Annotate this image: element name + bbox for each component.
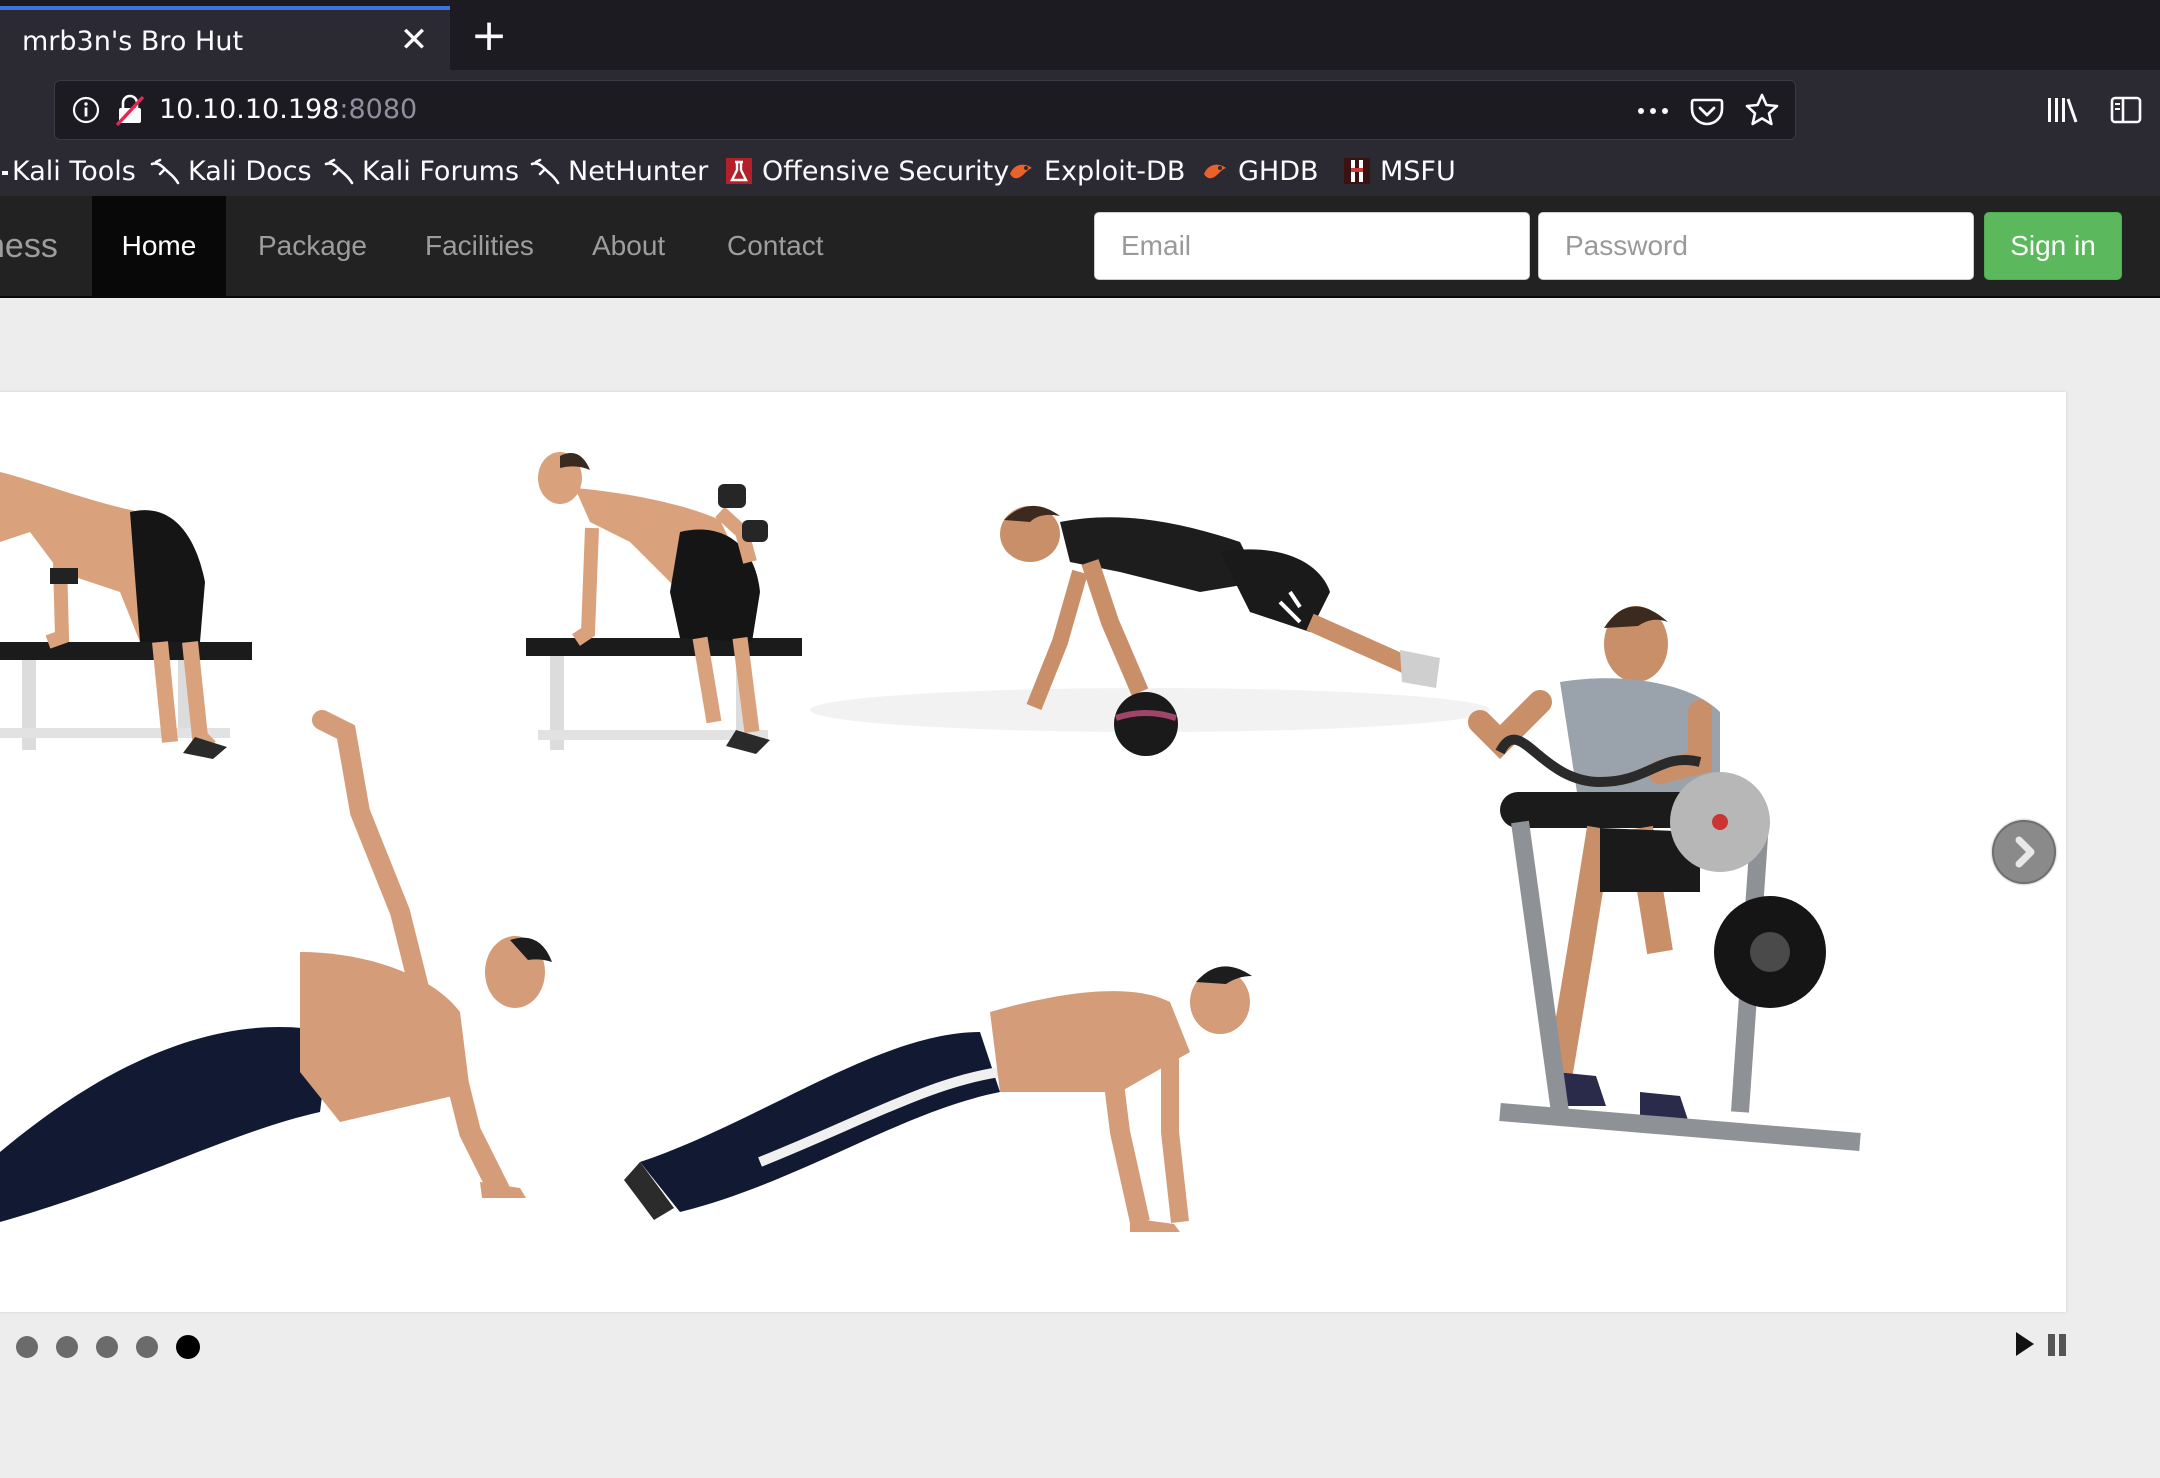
insecure-lock-icon[interactable] (113, 93, 147, 127)
bookmark-label: NetHunter (568, 156, 709, 187)
url-port: :8080 (339, 94, 418, 125)
new-tab-icon[interactable]: + (464, 12, 514, 62)
library-icon[interactable] (2044, 92, 2080, 128)
bookmark-label: Kali Forums (362, 156, 520, 187)
page-actions-icon[interactable] (1635, 97, 1671, 125)
msfu-icon (1344, 158, 1370, 184)
slider-dot-3[interactable] (96, 1336, 118, 1358)
slider-dot-5[interactable] (176, 1335, 200, 1359)
pushup-figure (624, 966, 1252, 1232)
password-input[interactable] (1538, 212, 1974, 280)
play-icon[interactable] (2014, 1330, 2036, 1358)
browser-tab-active[interactable]: mrb3n's Bro Hut ✕ (0, 6, 450, 70)
sign-in-button[interactable]: Sign in (1984, 212, 2122, 280)
nav-facilities[interactable]: Facilities (425, 196, 534, 296)
kali-dragon-icon (530, 158, 560, 185)
url-text[interactable]: 10.10.10.198:8080 (159, 94, 417, 125)
close-tab-icon[interactable]: ✕ (392, 18, 436, 62)
offsec-icon (726, 158, 752, 184)
preacher-curl-figure (1468, 606, 1861, 1151)
exploit-db-icon (1010, 164, 1032, 179)
slider-dot-4[interactable] (136, 1336, 158, 1358)
nav-about[interactable]: About (592, 196, 665, 296)
nav-package[interactable]: Package (258, 196, 367, 296)
nav-home[interactable]: Home (92, 196, 226, 296)
bookmark-label: GHDB (1238, 156, 1319, 187)
url-host: 10.10.10.198 (159, 94, 340, 125)
kali-dragon-icon (324, 158, 354, 185)
bookmark-star-icon[interactable] (1743, 91, 1781, 129)
bookmark-kali-forums[interactable]: Kali Forums (324, 150, 519, 196)
browser-tab-strip: mrb3n's Bro Hut ✕ + (0, 0, 2160, 70)
dumbbell-row-figure (526, 452, 802, 754)
dumbbell-row-figure (0, 472, 252, 759)
slider-dot-1[interactable] (16, 1336, 38, 1358)
side-plank-figure (0, 710, 552, 1222)
bookmark-ghdb[interactable]: GHDB (1200, 150, 1319, 196)
slide-image (0, 452, 1861, 1232)
bookmark-nethunter[interactable]: NetHunter (530, 150, 708, 196)
nav-contact[interactable]: Contact (727, 196, 824, 296)
tab-title: mrb3n's Bro Hut (22, 26, 244, 57)
bookmark-label: Exploit-DB (1044, 156, 1186, 187)
exploit-db-icon (1204, 164, 1226, 179)
bookmark-kali-tools[interactable]: Kali Tools (2, 150, 136, 196)
bookmark-partial-icon (2, 170, 8, 175)
image-slider (0, 392, 2066, 1312)
bookmarks-bar: Kali Tools Kali Docs Kali Forums NetHunt… (0, 150, 2160, 196)
bookmark-offensive-security[interactable]: Offensive Security (724, 150, 1009, 196)
url-bar[interactable]: 10.10.10.198:8080 (54, 80, 1796, 140)
bookmark-label: MSFU (1380, 156, 1456, 187)
kali-dragon-icon (150, 158, 180, 185)
bookmark-label: Kali Tools (12, 156, 136, 187)
bookmark-label: Offensive Security (762, 156, 1010, 187)
bookmark-msfu[interactable]: MSFU (1342, 150, 1456, 196)
slider-dot-2[interactable] (56, 1336, 78, 1358)
pause-icon[interactable] (2046, 1332, 2068, 1358)
next-slide-button[interactable] (1992, 820, 2056, 884)
bookmark-kali-docs[interactable]: Kali Docs (150, 150, 312, 196)
site-navbar: ness Home Package Facilities About Conta… (0, 196, 2160, 298)
browser-toolbar: 10.10.10.198:8080 (0, 70, 2160, 150)
pocket-icon[interactable] (1689, 93, 1725, 129)
site-brand[interactable]: ness (0, 196, 58, 296)
email-input[interactable] (1094, 212, 1530, 280)
info-icon[interactable] (71, 95, 101, 125)
pushup-medicine-ball-figure (810, 505, 1490, 756)
bookmark-label: Kali Docs (188, 156, 312, 187)
bookmark-exploit-db[interactable]: Exploit-DB (1006, 150, 1185, 196)
sidebar-icon[interactable] (2108, 92, 2144, 128)
